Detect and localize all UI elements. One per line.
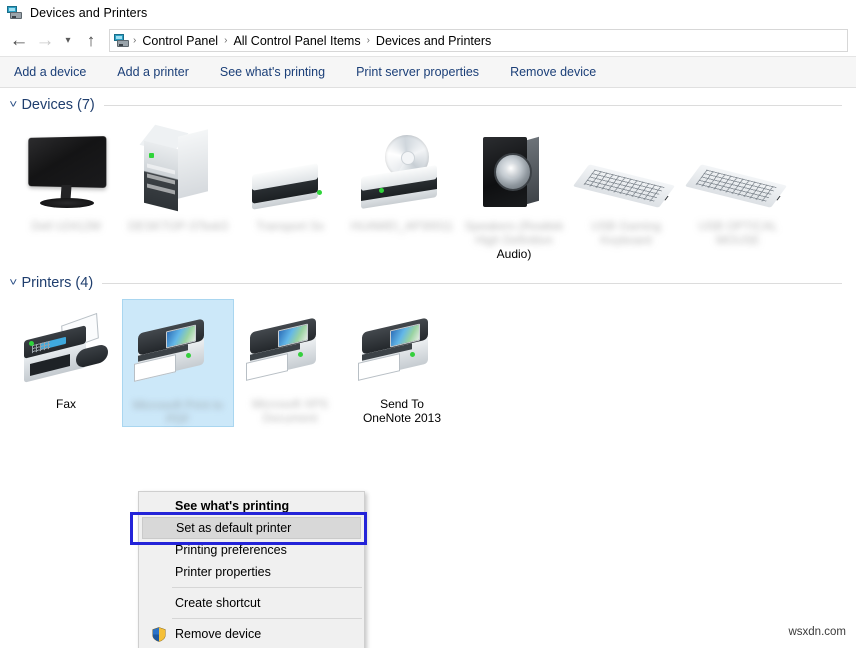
hdd-icon	[234, 127, 346, 213]
collapse-chevron-icon[interactable]: ˅	[9, 99, 17, 111]
up-arrow-icon[interactable]: ↑	[78, 28, 104, 54]
menu-item-printer-properties[interactable]: Printer properties	[139, 561, 364, 583]
content-area: ˅ Devices (7) Dell U2412M DESKTOP-37bxk3 T…	[0, 88, 856, 648]
usb-keyboard-device[interactable]: USB Gaming Keyboard	[570, 121, 682, 247]
keyboard-icon	[570, 127, 682, 213]
desktop-pc-device[interactable]: DESKTOP-37bxk3	[122, 121, 234, 233]
devices-group-rule	[103, 104, 842, 106]
window-title-bar: Devices and Printers	[0, 0, 856, 25]
printers-tile-row: Fax Microsoft Print to PDF Microsoft XPS D…	[0, 299, 856, 427]
remove-device-button[interactable]: Remove device	[510, 65, 596, 79]
forward-arrow-icon: →	[35, 30, 55, 51]
keyboard-icon	[682, 127, 794, 213]
usb-optical-mouse-device[interactable]: USB OPTICAL MOUSE	[682, 121, 794, 247]
command-toolbar: Add a device Add a printer See what's pr…	[0, 56, 856, 88]
tile-label: Speakers (Realtek High Definition	[464, 219, 564, 247]
window-title: Devices and Printers	[30, 5, 148, 20]
menu-item-create-shortcut[interactable]: Create shortcut	[139, 592, 364, 614]
print-server-properties-button[interactable]: Print server properties	[356, 65, 479, 79]
devices-and-printers-icon	[7, 5, 23, 21]
speaker-device[interactable]: Speakers (Realtek High Definition Audio)	[458, 121, 570, 261]
menu-item-label: Remove device	[175, 627, 262, 641]
watermark: wsxdn.com	[788, 626, 846, 638]
address-bar[interactable]: › Control Panel › All Control Panel Item…	[109, 29, 848, 52]
menu-item-set-as-default-printer[interactable]: Set as default printer	[142, 517, 361, 539]
cd-icon	[346, 127, 458, 213]
uac-shield-icon	[152, 627, 166, 642]
address-bar-icon	[114, 33, 130, 49]
fax-printer[interactable]: Fax	[10, 299, 122, 411]
back-arrow-icon[interactable]: ←	[6, 28, 32, 54]
tile-label: HUAWEI_AP30011	[350, 219, 454, 233]
breadcrumb-devices-and-printers[interactable]: Devices and Printers	[371, 34, 496, 48]
speaker-icon	[458, 127, 570, 213]
add-a-device-button[interactable]: Add a device	[14, 65, 86, 79]
devices-group-header[interactable]: ˅ Devices (7)	[0, 97, 856, 113]
tile-label: Send To OneNote 2013	[362, 397, 442, 425]
tile-label: Dell U2412M	[31, 219, 101, 233]
printers-group-rule	[102, 282, 842, 284]
tile-label-tail: Audio)	[496, 247, 532, 261]
printer-icon	[123, 306, 233, 392]
menu-item-label: Printing preferences	[175, 543, 287, 557]
menu-item-see-what-s-printing[interactable]: See what's printing	[139, 495, 364, 517]
menu-separator	[172, 587, 362, 588]
monitor-icon	[10, 127, 122, 213]
menu-item-label: See what's printing	[175, 499, 290, 513]
see-whats-printing-button[interactable]: See what's printing	[220, 65, 325, 79]
xps-doc-printer[interactable]: Microsoft XPS Document	[234, 299, 346, 425]
printers-group-title: Printers (4)	[21, 275, 94, 291]
menu-item-remove-device[interactable]: Remove device	[139, 623, 364, 645]
monitor-device[interactable]: Dell U2412M	[10, 121, 122, 233]
breadcrumb-all-control-panel-items[interactable]: All Control Panel Items	[228, 34, 365, 48]
external-drive-device[interactable]: Transport Sx	[234, 121, 346, 233]
printer-context-menu: See what's printing Set as default printe…	[138, 491, 365, 648]
menu-item-label: Set as default printer	[176, 521, 292, 535]
devices-group-title: Devices (7)	[21, 97, 95, 113]
tile-label: USB Gaming Keyboard	[590, 219, 662, 247]
onenote-printer[interactable]: Send To OneNote 2013	[346, 299, 458, 425]
printers-group-header[interactable]: ˅ Printers (4)	[0, 275, 856, 291]
devices-tile-row: Dell U2412M DESKTOP-37bxk3 Transport Sx HUA…	[0, 121, 856, 261]
tile-label: USB OPTICAL MOUSE	[698, 219, 778, 247]
breadcrumb-control-panel[interactable]: Control Panel	[137, 34, 223, 48]
add-a-printer-button[interactable]: Add a printer	[117, 65, 189, 79]
optical-drive-device[interactable]: HUAWEI_AP30011	[346, 121, 458, 233]
menu-item-label: Printer properties	[175, 565, 271, 579]
tile-label: DESKTOP-37bxk3	[128, 219, 228, 233]
tile-label: Microsoft XPS Document	[251, 397, 329, 425]
navigation-bar: ← → ▾ ↑ › Control Panel › All Control Pa…	[0, 25, 856, 56]
xps-printer[interactable]: Microsoft Print to PDF	[122, 299, 234, 427]
chevron-down-icon[interactable]: ▾	[58, 28, 78, 54]
fax-icon	[10, 305, 122, 391]
tile-label: Microsoft Print to PDF	[132, 398, 224, 426]
menu-item-troubleshoot[interactable]: Troubleshoot	[139, 645, 364, 648]
tile-label: Fax	[55, 397, 76, 411]
menu-item-label: Create shortcut	[175, 596, 261, 610]
menu-item-printing-preferences[interactable]: Printing preferences	[139, 539, 364, 561]
tile-label: Transport Sx	[255, 219, 325, 233]
menu-separator	[172, 618, 362, 619]
collapse-chevron-icon[interactable]: ˅	[9, 277, 17, 289]
pc-icon	[122, 124, 234, 213]
printer-icon	[234, 305, 346, 391]
printer-icon	[346, 305, 458, 391]
